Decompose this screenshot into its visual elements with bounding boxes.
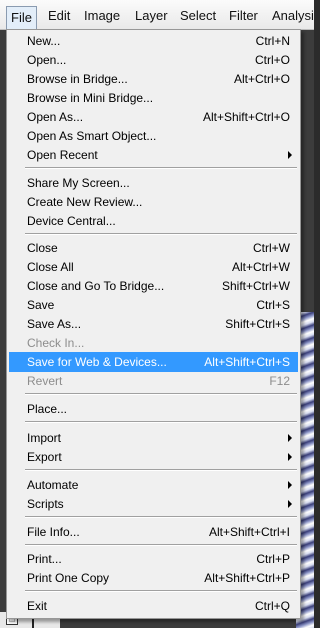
menu-item-label: Browse in Mini Bridge...	[27, 91, 154, 105]
menu-item-shortcut: Ctrl+S	[256, 298, 290, 312]
menu-item-shortcut: Shift+Ctrl+W	[221, 279, 290, 293]
menu-item-browse-in-mini-bridge[interactable]: Browse in Mini Bridge...	[9, 88, 298, 108]
menu-separator	[25, 590, 297, 592]
menu-item-label: Close and Go To Bridge...	[27, 279, 165, 293]
menu-separator	[25, 544, 297, 546]
menu-bar: File Edit Image Layer Select Filter Anal…	[0, 0, 314, 30]
menu-item-label: Open...	[27, 53, 67, 67]
menu-item-open-recent[interactable]: Open Recent	[9, 145, 298, 165]
menu-separator	[25, 469, 297, 471]
menu-item-check-in: Check In...	[9, 333, 298, 353]
menu-item-exit[interactable]: Exit Ctrl+Q	[9, 596, 298, 616]
menu-item-label: File Info...	[27, 525, 80, 539]
menu-item-label: Revert	[27, 374, 63, 388]
menu-item-label: Place...	[27, 402, 68, 416]
menu-item-place[interactable]: Place...	[9, 399, 298, 419]
menu-item-label: Print One Copy	[27, 571, 110, 585]
menu-item-close-and-go-to-bridge[interactable]: Close and Go To Bridge... Shift+Ctrl+W	[9, 276, 298, 296]
menu-filter[interactable]: Filter	[229, 0, 258, 29]
menu-separator	[25, 516, 297, 518]
menu-item-label: Save for Web & Devices...	[27, 355, 167, 369]
menu-item-open-as-smart-object[interactable]: Open As Smart Object...	[9, 126, 298, 146]
menu-item-label: Scripts	[27, 497, 64, 511]
menu-item-share-my-screen[interactable]: Share My Screen...	[9, 173, 298, 193]
menu-item-label: Exit	[27, 599, 48, 613]
menu-item-label: Share My Screen...	[27, 176, 130, 190]
menu-item-create-new-review[interactable]: Create New Review...	[9, 192, 298, 212]
menu-analysis[interactable]: Analysis	[272, 0, 314, 29]
menu-item-close-all[interactable]: Close All Alt+Ctrl+W	[9, 257, 298, 277]
menu-item-browse-in-bridge[interactable]: Browse in Bridge... Alt+Ctrl+O	[9, 69, 298, 89]
menu-item-label: Open As...	[27, 110, 84, 124]
menu-edit[interactable]: Edit	[48, 0, 70, 29]
menu-item-shortcut: Alt+Shift+Ctrl+P	[204, 571, 290, 585]
menu-separator	[25, 167, 297, 169]
menu-item-shortcut: Ctrl+W	[253, 241, 290, 255]
menu-item-shortcut: Alt+Shift+Ctrl+S	[204, 355, 290, 369]
menu-item-label: Close	[27, 241, 58, 255]
menu-item-label: Automate	[27, 478, 79, 492]
submenu-arrow-icon	[288, 481, 292, 489]
menu-image[interactable]: Image	[84, 0, 120, 29]
menu-item-label: New...	[27, 34, 61, 48]
menu-item-label: Open Recent	[27, 148, 98, 162]
menu-file[interactable]: File	[6, 6, 37, 29]
submenu-arrow-icon	[288, 434, 292, 442]
menu-item-save-as[interactable]: Save As... Shift+Ctrl+S	[9, 314, 298, 334]
submenu-arrow-icon	[288, 500, 292, 508]
menu-item-export[interactable]: Export	[9, 447, 298, 467]
submenu-arrow-icon	[288, 151, 292, 159]
menu-layer[interactable]: Layer	[135, 0, 168, 29]
menu-item-shortcut: Alt+Ctrl+W	[231, 260, 290, 274]
menu-item-shortcut: Shift+Ctrl+S	[225, 317, 290, 331]
menu-item-label: Save	[27, 298, 55, 312]
menu-item-shortcut: Alt+Ctrl+O	[233, 72, 290, 86]
menu-item-file-info[interactable]: File Info... Alt+Shift+Ctrl+I	[9, 522, 298, 542]
menu-item-new[interactable]: New... Ctrl+N	[9, 31, 298, 51]
submenu-arrow-icon	[288, 453, 292, 461]
menu-item-shortcut: Alt+Shift+Ctrl+I	[208, 525, 290, 539]
menu-item-open-as[interactable]: Open As... Alt+Shift+Ctrl+O	[9, 107, 298, 127]
menu-separator	[25, 421, 297, 423]
menu-select[interactable]: Select	[180, 0, 216, 29]
menu-item-open[interactable]: Open... Ctrl+O	[9, 50, 298, 70]
menu-item-label: Export	[27, 450, 62, 464]
menu-item-shortcut: Ctrl+P	[256, 552, 290, 566]
menu-item-shortcut: F12	[269, 374, 290, 388]
menu-item-label: Check In...	[27, 336, 85, 350]
menu-item-shortcut: Ctrl+N	[255, 34, 290, 48]
menu-item-label: Open As Smart Object...	[27, 129, 157, 143]
menu-item-print[interactable]: Print... Ctrl+P	[9, 549, 298, 569]
menu-item-automate[interactable]: Automate	[9, 475, 298, 495]
file-menu-dropdown: New... Ctrl+N Open... Ctrl+O Browse in B…	[6, 29, 301, 619]
menu-item-close[interactable]: Close Ctrl+W	[9, 238, 298, 258]
menu-item-label: Import	[27, 431, 62, 445]
menu-separator	[25, 233, 297, 235]
menu-item-print-one-copy[interactable]: Print One Copy Alt+Shift+Ctrl+P	[9, 568, 298, 588]
menu-item-shortcut: Ctrl+Q	[254, 599, 290, 613]
menu-item-device-central[interactable]: Device Central...	[9, 211, 298, 231]
menu-item-shortcut: Alt+Shift+Ctrl+O	[202, 110, 290, 124]
menu-item-import[interactable]: Import	[9, 428, 298, 448]
menu-item-label: Save As...	[27, 317, 82, 331]
menu-item-label: Create New Review...	[27, 195, 143, 209]
menu-item-label: Device Central...	[27, 214, 116, 228]
menu-item-save-for-web[interactable]: Save for Web & Devices... Alt+Shift+Ctrl…	[9, 352, 298, 372]
menu-item-shortcut: Ctrl+O	[254, 53, 290, 67]
menu-item-revert: Revert F12	[9, 371, 298, 391]
menu-item-save[interactable]: Save Ctrl+S	[9, 295, 298, 315]
menu-item-label: Print...	[27, 552, 62, 566]
menu-item-label: Close All	[27, 260, 74, 274]
menu-separator	[25, 393, 297, 395]
menu-item-scripts[interactable]: Scripts	[9, 494, 298, 514]
menu-item-label: Browse in Bridge...	[27, 72, 128, 86]
